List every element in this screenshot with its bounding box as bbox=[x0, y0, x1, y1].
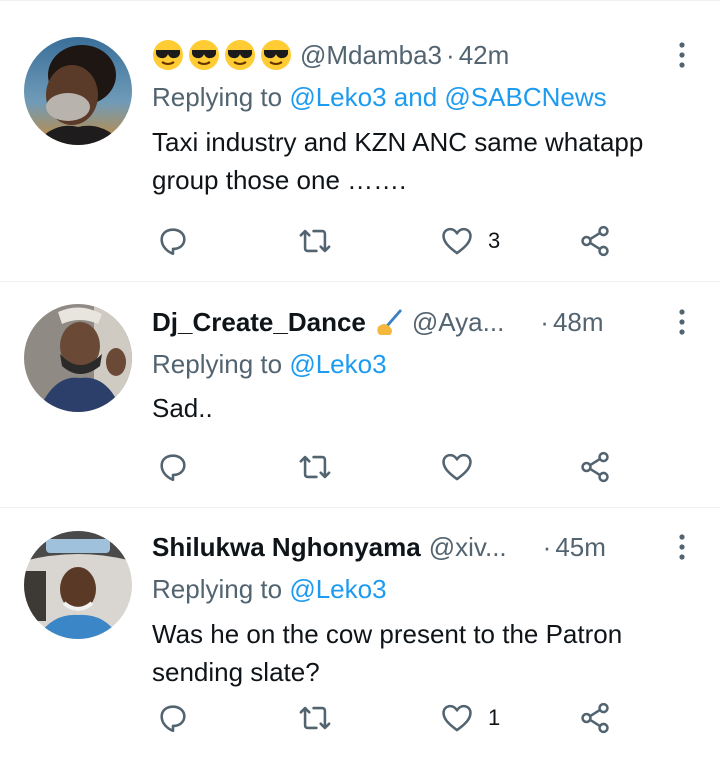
retweet-icon bbox=[299, 706, 331, 730]
share-button[interactable] bbox=[578, 698, 612, 738]
retweet-button[interactable] bbox=[298, 221, 332, 261]
sunglasses-emoji-icon bbox=[153, 40, 183, 70]
reply-button[interactable] bbox=[156, 221, 190, 261]
sunglasses-emoji-icon bbox=[189, 40, 219, 70]
avatar-image-icon bbox=[24, 531, 132, 639]
tweet-header: @Mdamba3 · 42m bbox=[152, 38, 680, 72]
heart-icon bbox=[442, 227, 472, 255]
tweet[interactable]: Dj_Create_Dance @Aya... · 48m Replying t… bbox=[0, 282, 720, 508]
retweet-button[interactable] bbox=[298, 698, 332, 738]
timestamp[interactable]: 48m bbox=[553, 305, 604, 339]
mention-link[interactable]: @Leko3 bbox=[289, 574, 386, 604]
timestamp[interactable]: 42m bbox=[459, 38, 510, 72]
tweet-actions: 3 bbox=[152, 221, 672, 261]
sunglasses-emoji-icon bbox=[261, 40, 291, 70]
heart-icon bbox=[442, 704, 472, 732]
reply-icon bbox=[160, 454, 186, 482]
more-vertical-icon[interactable] bbox=[674, 38, 690, 72]
tweet-header: Dj_Create_Dance @Aya... · 48m bbox=[152, 305, 680, 339]
like-button[interactable]: 3 bbox=[440, 221, 500, 261]
more-vertical-icon[interactable] bbox=[674, 530, 690, 564]
retweet-button[interactable] bbox=[298, 447, 332, 487]
handle[interactable]: @Mdamba3 bbox=[300, 38, 442, 72]
share-icon bbox=[581, 451, 609, 483]
tweet-actions bbox=[152, 447, 672, 487]
replying-prefix: Replying to bbox=[152, 574, 283, 604]
display-name[interactable]: Dj_Create_Dance bbox=[152, 305, 366, 339]
replying-joiner: and bbox=[393, 82, 438, 112]
retweet-icon bbox=[299, 455, 331, 479]
heart-icon bbox=[442, 453, 472, 481]
sunglasses-emoji-icon bbox=[225, 40, 255, 70]
name-emojis bbox=[152, 39, 292, 71]
tweet-text: Sad.. bbox=[152, 393, 213, 423]
replying-to: Replying to @Leko3 and @SABCNews bbox=[152, 80, 607, 114]
like-button[interactable]: 1 bbox=[440, 698, 500, 738]
mention-link[interactable]: @SABCNews bbox=[444, 82, 606, 112]
share-button[interactable] bbox=[578, 447, 612, 487]
avatar[interactable] bbox=[24, 304, 132, 412]
like-count: 3 bbox=[488, 228, 501, 253]
reply-icon bbox=[160, 228, 186, 256]
like-count: 1 bbox=[488, 705, 501, 730]
display-name[interactable]: Shilukwa Nghonyama bbox=[152, 530, 421, 564]
mention-link[interactable]: @Leko3 bbox=[289, 349, 386, 379]
separator-dot: · bbox=[540, 307, 549, 337]
replying-to: Replying to @Leko3 bbox=[152, 572, 387, 606]
separator-dot: · bbox=[542, 532, 552, 562]
handle[interactable]: @Aya... bbox=[412, 305, 504, 339]
avatar[interactable] bbox=[24, 37, 132, 145]
retweet-icon bbox=[299, 229, 331, 253]
separator-dot: · bbox=[446, 40, 455, 70]
avatar-image-icon bbox=[24, 304, 132, 412]
tweet[interactable]: @Mdamba3 · 42m Replying to @Leko3 and @S… bbox=[0, 0, 720, 282]
tweet-text: Was he on the cow present to the Patron … bbox=[152, 619, 623, 687]
more-vertical-icon[interactable] bbox=[674, 305, 690, 339]
reply-button[interactable] bbox=[156, 698, 190, 738]
replying-prefix: Replying to bbox=[152, 82, 283, 112]
writing-hand-emoji-icon bbox=[377, 309, 402, 335]
mention-link[interactable]: @Leko3 bbox=[289, 82, 386, 112]
share-icon bbox=[581, 702, 609, 734]
reply-icon bbox=[160, 705, 186, 733]
share-icon bbox=[581, 225, 609, 257]
handle[interactable]: @xiv... bbox=[429, 530, 507, 564]
share-button[interactable] bbox=[578, 221, 612, 261]
timestamp[interactable]: 45m bbox=[555, 530, 606, 564]
tweet-header: Shilukwa Nghonyama @xiv... · 45m bbox=[152, 530, 680, 564]
reply-button[interactable] bbox=[156, 447, 190, 487]
replying-to: Replying to @Leko3 bbox=[152, 347, 387, 381]
replying-prefix: Replying to bbox=[152, 349, 283, 379]
avatar[interactable] bbox=[24, 531, 132, 639]
avatar-image-icon bbox=[24, 37, 132, 145]
tweet[interactable]: Shilukwa Nghonyama @xiv... · 45m Replyin… bbox=[0, 508, 720, 758]
tweet-actions: 1 bbox=[152, 698, 672, 738]
like-button[interactable] bbox=[440, 447, 474, 487]
tweet-text: Taxi industry and KZN ANC same whatapp g… bbox=[152, 127, 644, 195]
